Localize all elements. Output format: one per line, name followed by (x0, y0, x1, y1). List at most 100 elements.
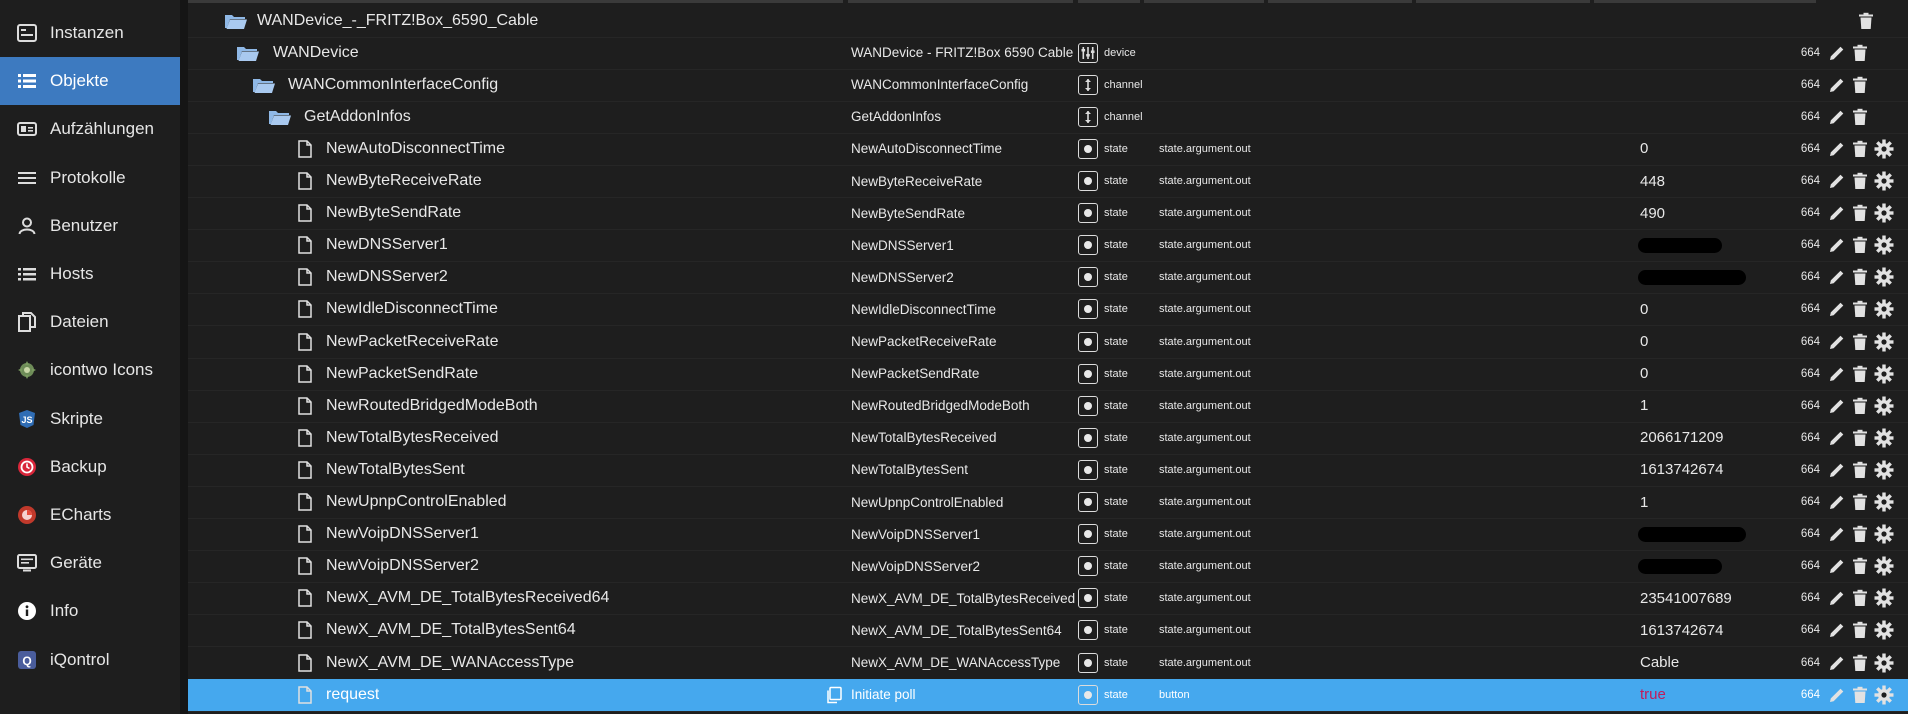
trash-icon[interactable] (1852, 461, 1868, 479)
table-row[interactable]: NewIdleDisconnectTime NewIdleDisconnectTi… (188, 293, 1908, 327)
file-icon[interactable] (298, 582, 312, 614)
table-row[interactable]: NewUpnpControlEnabled NewUpnpControlEnabl… (188, 486, 1908, 519)
file-icon[interactable] (298, 647, 312, 679)
table-row[interactable]: WANDevice_-_FRITZ!Box_6590_Cable (188, 5, 1908, 38)
edit-icon[interactable] (1828, 654, 1846, 672)
gear-icon[interactable] (1874, 332, 1894, 352)
table-row[interactable]: WANCommonInterfaceConfig WANCommonInterfa… (188, 69, 1908, 102)
edit-icon[interactable] (1828, 686, 1846, 704)
table-row[interactable]: NewDNSServer2 NewDNSServer2 state state.arg… (188, 261, 1908, 295)
trash-icon[interactable] (1852, 686, 1868, 704)
trash-icon[interactable] (1852, 236, 1868, 254)
table-row[interactable]: NewX_AVM_DE_WANAccessType NewX_AVM_DE_WAN… (188, 647, 1908, 680)
object-value[interactable]: 0 (1640, 358, 1760, 390)
folder-icon[interactable] (236, 37, 260, 69)
edit-icon[interactable] (1828, 44, 1846, 62)
sidebar-item-protokolle[interactable]: Protokolle (0, 154, 180, 202)
gear-icon[interactable] (1874, 653, 1894, 673)
file-icon[interactable] (298, 679, 312, 711)
trash-icon[interactable] (1852, 204, 1868, 222)
object-value[interactable]: 448 (1640, 165, 1760, 197)
trash-icon[interactable] (1852, 172, 1868, 190)
trash-icon[interactable] (1852, 525, 1868, 543)
gear-icon[interactable] (1874, 139, 1894, 159)
edit-icon[interactable] (1828, 557, 1846, 575)
sidebar-item-instanzen[interactable]: Instanzen (0, 9, 180, 57)
trash-icon[interactable] (1852, 493, 1868, 511)
table-row[interactable]: NewAutoDisconnectTime NewAutoDisconnectTi… (188, 133, 1908, 166)
table-row[interactable]: NewTotalBytesReceived NewTotalBytesReceiv… (188, 422, 1908, 455)
edit-icon[interactable] (1828, 333, 1846, 351)
sidebar-item-info[interactable]: Info (0, 587, 180, 635)
trash-icon[interactable] (1852, 557, 1868, 575)
gear-icon[interactable] (1874, 364, 1894, 384)
trash-icon[interactable] (1852, 654, 1868, 672)
file-icon[interactable] (298, 614, 312, 646)
table-row[interactable]: NewRoutedBridgedModeBoth NewRoutedBridged… (188, 390, 1908, 423)
object-value[interactable]: 1613742674 (1640, 614, 1760, 646)
edit-icon[interactable] (1828, 300, 1846, 318)
folder-icon[interactable] (252, 69, 276, 101)
object-value[interactable]: Cable (1640, 647, 1760, 679)
object-value[interactable]: 0 (1640, 133, 1760, 165)
trash-icon[interactable] (1852, 268, 1868, 286)
gear-icon[interactable] (1874, 685, 1894, 705)
table-row[interactable]: NewByteReceiveRate NewByteReceiveRate stat… (188, 165, 1908, 198)
file-icon[interactable] (298, 293, 312, 325)
gear-icon[interactable] (1874, 428, 1894, 448)
table-row[interactable]: NewDNSServer1 NewDNSServer1 state state.arg… (188, 229, 1908, 263)
edit-icon[interactable] (1828, 589, 1846, 607)
file-icon[interactable] (298, 229, 312, 261)
sidebar-item-echarts[interactable]: ECharts (0, 491, 180, 539)
sidebar-item-icontwo-icons[interactable]: icontwo Icons (0, 346, 180, 394)
file-icon[interactable] (298, 550, 312, 582)
file-icon[interactable] (298, 326, 312, 358)
table-row[interactable]: GetAddonInfos GetAddonInfos channel 664 (188, 101, 1908, 134)
edit-icon[interactable] (1828, 140, 1846, 158)
object-value[interactable]: 0 (1640, 326, 1760, 358)
table-row[interactable]: NewVoipDNSServer1 NewVoipDNSServer1 state s… (188, 518, 1908, 552)
object-value[interactable]: 490 (1640, 197, 1760, 229)
sidebar-item-benutzer[interactable]: Benutzer (0, 202, 180, 250)
trash-icon[interactable] (1852, 300, 1868, 318)
trash-icon[interactable] (1852, 140, 1868, 158)
trash-icon[interactable] (1852, 397, 1868, 415)
gear-icon[interactable] (1874, 396, 1894, 416)
table-row[interactable]: NewPacketReceiveRate NewPacketReceiveRate… (188, 326, 1908, 359)
edit-icon[interactable] (1828, 461, 1846, 479)
sidebar-item-aufzählungen[interactable]: Aufzählungen (0, 105, 180, 153)
sidebar-item-objekte[interactable]: Objekte (0, 57, 180, 106)
file-icon[interactable] (298, 486, 312, 518)
file-icon[interactable] (298, 261, 312, 293)
gear-icon[interactable] (1874, 492, 1894, 512)
edit-icon[interactable] (1828, 621, 1846, 639)
edit-icon[interactable] (1828, 429, 1846, 447)
sidebar-item-skripte[interactable]: JS Skripte (0, 395, 180, 443)
object-value[interactable]: 1613742674 (1640, 454, 1760, 486)
file-icon[interactable] (298, 390, 312, 422)
gear-icon[interactable] (1874, 620, 1894, 640)
gear-icon[interactable] (1874, 235, 1894, 255)
object-value[interactable]: 1 (1640, 486, 1760, 518)
table-row[interactable]: NewByteSendRate NewByteSendRate state state… (188, 197, 1908, 231)
folder-icon[interactable] (268, 101, 292, 133)
sidebar-item-geräte[interactable]: Geräte (0, 539, 180, 587)
file-icon[interactable] (298, 358, 312, 390)
edit-icon[interactable] (1828, 108, 1846, 126)
edit-icon[interactable] (1828, 172, 1846, 190)
file-icon[interactable] (298, 165, 312, 197)
edit-icon[interactable] (1828, 525, 1846, 543)
object-value[interactable]: 1 (1640, 390, 1760, 422)
trash-icon[interactable] (1852, 621, 1868, 639)
table-row[interactable]: NewVoipDNSServer2 NewVoipDNSServer2 state s… (188, 550, 1908, 584)
table-row[interactable]: NewPacketSendRate NewPacketSendRate state s… (188, 358, 1908, 391)
trash-icon[interactable] (1852, 429, 1868, 447)
file-icon[interactable] (298, 422, 312, 454)
edit-icon[interactable] (1828, 236, 1846, 254)
edit-icon[interactable] (1828, 204, 1846, 222)
folder-icon[interactable] (224, 5, 248, 37)
gear-icon[interactable] (1874, 267, 1894, 287)
file-icon[interactable] (298, 133, 312, 165)
gear-icon[interactable] (1874, 171, 1894, 191)
file-icon[interactable] (298, 454, 312, 486)
